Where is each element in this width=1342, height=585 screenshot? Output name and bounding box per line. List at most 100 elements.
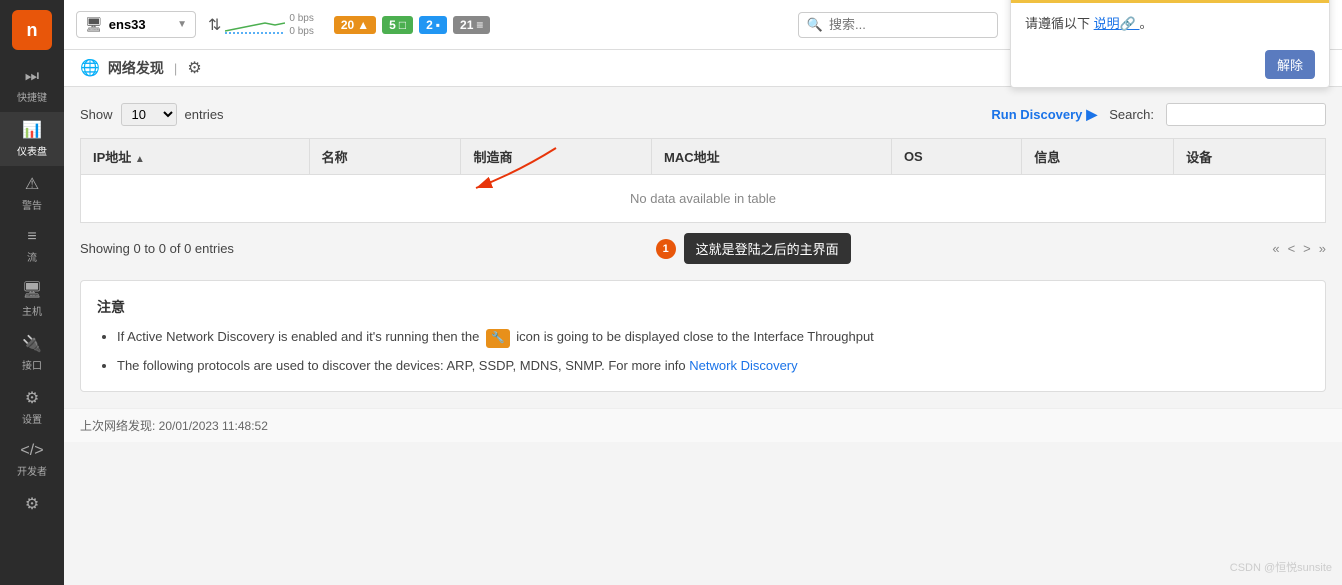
pagination-last[interactable]: » <box>1319 241 1326 256</box>
list-item: If Active Network Discovery is enabled a… <box>117 327 1309 348</box>
more-icon: ⚙ <box>25 494 39 514</box>
sidebar-item-label: 设置 <box>22 411 42 426</box>
col-ip[interactable]: IP地址 ▲ <box>81 139 310 175</box>
notification-popup: ⚠ 在没有地理位置支持的情况下运行 请遵循以下 说明🔗 。 解除 <box>1010 0 1330 88</box>
breadcrumb-text: 网络发现 <box>108 58 164 78</box>
table-search-input[interactable] <box>1166 103 1326 126</box>
entries-select[interactable]: 10 25 50 100 <box>121 103 177 126</box>
sidebar-item-alerts[interactable]: ⚠ 警告 <box>0 166 64 220</box>
notes-title: 注意 <box>97 297 1309 317</box>
sidebar-item-label: 仪表盘 <box>17 143 47 158</box>
col-device[interactable]: 设备 <box>1174 139 1326 175</box>
table-footer: Showing 0 to 0 of 0 entries 1 这就是登陆之后的主界… <box>80 233 1326 264</box>
notes-section: 注意 If Active Network Discovery is enable… <box>80 280 1326 392</box>
sidebar-item-label: 主机 <box>22 303 42 318</box>
interfaces-icon: 🔌 <box>22 334 42 354</box>
callout-area: 1 这就是登陆之后的主界面 <box>656 233 851 264</box>
watermark: CSDN @恒悦sunsite <box>1230 559 1332 575</box>
badge-alerts[interactable]: 20 ▲ <box>334 16 376 34</box>
page-footer: 上次网络发现: 20/01/2023 11:48:52 <box>64 408 1342 442</box>
sidebar-item-label: 流 <box>27 249 37 264</box>
main-wrapper: 🖥 ens33 ▼ ⇅ 0 bps 0 bps 20 ▲ 5 □ <box>64 0 1342 585</box>
col-info[interactable]: 信息 <box>1022 139 1174 175</box>
discovery-badge-icon: 🔧 <box>486 329 510 348</box>
callout-number: 1 <box>656 239 676 259</box>
sidebar-item-more[interactable]: ⚙ <box>0 486 64 522</box>
showing-text: Showing 0 to 0 of 0 entries <box>80 241 234 256</box>
sidebar-item-dashboard[interactable]: 📊 仪表盘 <box>0 112 64 166</box>
traffic-graph <box>225 13 285 37</box>
network-discovery-link[interactable]: Network Discovery <box>689 358 797 373</box>
badge-hosts-icon: □ <box>399 18 406 32</box>
chevron-down-icon: ▼ <box>177 19 187 30</box>
shortcuts-icon: ⏭ <box>25 68 39 86</box>
alert-badges: 20 ▲ 5 □ 2 ▪ 21 ≡ <box>334 16 491 34</box>
pagination-next[interactable]: > <box>1303 241 1311 256</box>
notes-list: If Active Network Discovery is enabled a… <box>97 327 1309 375</box>
filter-icon[interactable]: ⚙ <box>187 58 201 78</box>
sort-arrow-icon: ▲ <box>135 154 145 165</box>
badge-alerts-icon: ▲ <box>357 18 369 32</box>
breadcrumb: 🌐 网络发现 <box>80 58 164 78</box>
dismiss-button[interactable]: 解除 <box>1265 50 1315 79</box>
badge-hosts[interactable]: 5 □ <box>382 16 413 34</box>
entries-label: entries <box>185 107 224 122</box>
interface-icon: 🖥 <box>85 16 103 33</box>
badge-flows-icon: ▪ <box>436 18 440 32</box>
interface-name: ens33 <box>109 17 146 32</box>
sidebar-item-label: 快捷键 <box>17 89 47 104</box>
badge-flows[interactable]: 2 ▪ <box>419 16 447 34</box>
show-label: Show <box>80 107 113 122</box>
sidebar-item-interfaces[interactable]: 🔌 接口 <box>0 326 64 380</box>
sidebar-item-developer[interactable]: </> 开发者 <box>0 434 64 486</box>
annotation-arrow <box>456 143 576 193</box>
badge-misc[interactable]: 21 ≡ <box>453 16 490 34</box>
dashboard-icon: 📊 <box>22 120 42 140</box>
no-data-row: No data available in table <box>81 175 1326 223</box>
sidebar-item-settings[interactable]: ⚙ 设置 <box>0 380 64 434</box>
sidebar-item-flow[interactable]: ≡ 流 <box>0 220 64 272</box>
breadcrumb-separator: | <box>174 61 177 76</box>
developer-icon: </> <box>20 442 43 460</box>
show-entries: Show 10 25 50 100 entries <box>80 103 224 126</box>
app-logo[interactable]: n <box>12 10 52 50</box>
sidebar-item-label: 开发者 <box>17 463 47 478</box>
traffic-arrows-icon: ⇅ <box>208 15 221 35</box>
last-discovery-text: 上次网络发现: 20/01/2023 11:48:52 <box>80 419 268 433</box>
sidebar-item-label: 接口 <box>22 357 42 372</box>
badge-misc-icon: ≡ <box>476 18 483 32</box>
pagination-first[interactable]: « <box>1272 241 1279 256</box>
notification-footer: 解除 <box>1011 42 1329 87</box>
run-discovery-button[interactable]: Run Discovery ▶ <box>991 106 1097 123</box>
col-os[interactable]: OS <box>891 139 1021 175</box>
flow-icon: ≡ <box>27 228 36 246</box>
notification-body: 请遵循以下 说明🔗 。 <box>1011 3 1329 42</box>
data-table: IP地址 ▲ 名称 制造商 MAC地址 OS <box>80 138 1326 223</box>
settings-icon: ⚙ <box>25 388 39 408</box>
table-header-row: IP地址 ▲ 名称 制造商 MAC地址 OS <box>81 139 1326 175</box>
interface-selector[interactable]: 🖥 ens33 ▼ <box>76 11 196 38</box>
col-mac[interactable]: MAC地址 <box>652 139 892 175</box>
no-data-cell: No data available in table <box>81 175 1326 223</box>
sidebar-item-shortcuts[interactable]: ⏭ 快捷键 <box>0 60 64 112</box>
sidebar-item-hosts[interactable]: 🖥 主机 <box>0 272 64 326</box>
topbar-search-box: 🔍 <box>798 12 998 38</box>
col-name[interactable]: 名称 <box>309 139 461 175</box>
pagination-prev[interactable]: < <box>1288 241 1296 256</box>
network-discovery-icon: 🌐 <box>80 58 100 78</box>
pagination: « < > » <box>1272 241 1326 256</box>
page-content: 🌐 网络发现 | ⚙ Show 10 25 50 100 entries <box>64 50 1342 585</box>
topbar: 🖥 ens33 ▼ ⇅ 0 bps 0 bps 20 ▲ 5 □ <box>64 0 1342 50</box>
table-controls: Show 10 25 50 100 entries Run Discovery … <box>80 103 1326 126</box>
search-label: Search: <box>1109 107 1154 122</box>
search-icon: 🔍 <box>807 17 823 33</box>
callout-tooltip: 这就是登陆之后的主界面 <box>684 233 851 264</box>
list-item: The following protocols are used to disc… <box>117 356 1309 376</box>
alerts-icon: ⚠ <box>25 174 39 194</box>
notification-link[interactable]: 说明🔗 <box>1094 16 1140 31</box>
hosts-icon: 🖥 <box>22 280 42 300</box>
traffic-widget: ⇅ 0 bps 0 bps <box>208 12 314 38</box>
play-icon: ▶ <box>1086 106 1097 123</box>
traffic-values: 0 bps 0 bps <box>289 12 313 38</box>
topbar-search-input[interactable] <box>829 17 989 32</box>
